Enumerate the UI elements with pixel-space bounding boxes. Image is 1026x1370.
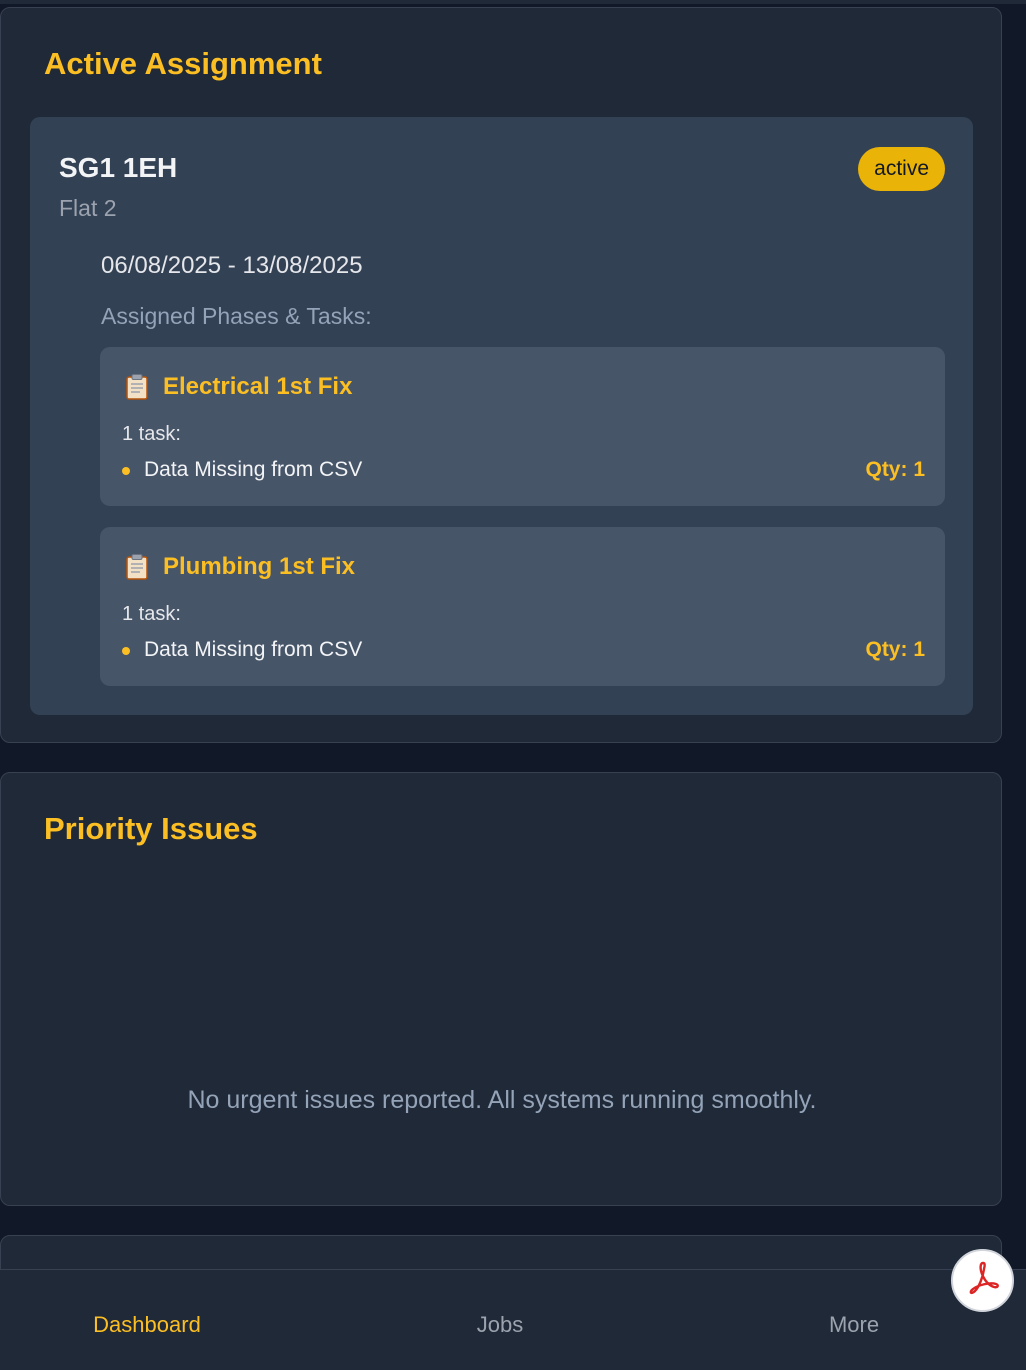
empty-state-message: No urgent issues reported. All systems r… xyxy=(187,1086,817,1114)
bullet-icon xyxy=(122,647,130,655)
phase-card-electrical: Electrical 1st Fix 1 task: Data Missing … xyxy=(100,347,945,506)
bottom-nav: Dashboard Jobs More xyxy=(0,1269,1026,1370)
assignment-postcode: SG1 1EH xyxy=(59,152,178,183)
active-assignment-card: Active Assignment SG1 1EH Flat 2 active … xyxy=(0,7,1002,743)
task-name: Data Missing from CSV xyxy=(144,458,363,481)
pdf-icon xyxy=(964,1259,1002,1302)
phase-title: Electrical 1st Fix xyxy=(163,373,353,400)
dashboard-page: Active Assignment SG1 1EH Flat 2 active … xyxy=(0,0,1026,1370)
priority-issues-title: Priority Issues xyxy=(44,811,258,846)
nav-jobs[interactable]: Jobs xyxy=(329,1312,671,1338)
task-list-item: Data Missing from CSV Qty: 1 xyxy=(122,637,925,665)
phase-card-plumbing: Plumbing 1st Fix 1 task: Data Missing fr… xyxy=(100,527,945,686)
phases-heading: Assigned Phases & Tasks: xyxy=(101,303,372,329)
top-divider xyxy=(0,0,1026,4)
nav-more[interactable]: More xyxy=(683,1312,1025,1338)
clipboard-icon xyxy=(126,554,148,580)
task-list-item: Data Missing from CSV Qty: 1 xyxy=(122,457,925,485)
clipboard-icon xyxy=(126,374,148,400)
status-badge: active xyxy=(858,147,945,191)
nav-dashboard[interactable]: Dashboard xyxy=(0,1312,318,1338)
pdf-export-button[interactable] xyxy=(951,1249,1014,1312)
task-quantity: Qty: 1 xyxy=(865,638,925,661)
assignment-unit: Flat 2 xyxy=(59,195,117,221)
phase-task-count: 1 task: xyxy=(122,603,181,625)
assignment-item[interactable]: SG1 1EH Flat 2 active 06/08/2025 - 13/08… xyxy=(30,117,973,715)
phase-title: Plumbing 1st Fix xyxy=(163,553,356,580)
task-quantity: Qty: 1 xyxy=(865,458,925,481)
bullet-icon xyxy=(122,467,130,475)
priority-issues-card: Priority Issues No urgent issues reporte… xyxy=(0,772,1002,1206)
assignment-date-range: 06/08/2025 - 13/08/2025 xyxy=(101,252,363,279)
active-assignment-title: Active Assignment xyxy=(44,46,322,81)
task-name: Data Missing from CSV xyxy=(144,638,363,661)
phase-task-count: 1 task: xyxy=(122,423,181,445)
